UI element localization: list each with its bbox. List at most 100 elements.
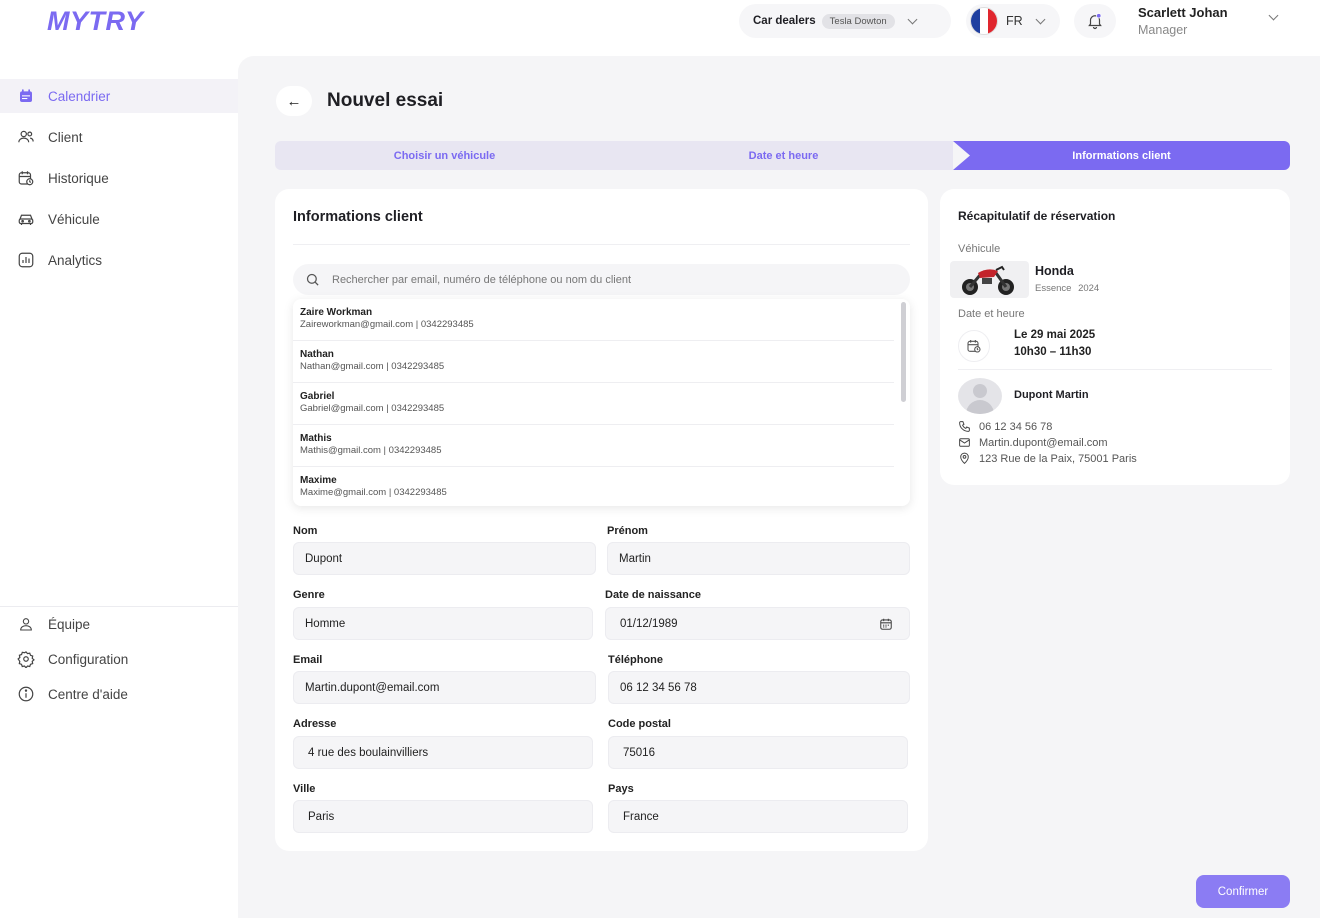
search-icon bbox=[306, 273, 319, 286]
email-field[interactable]: Martin.dupont@email.com bbox=[293, 671, 596, 704]
suggestion-name: Gabriel bbox=[300, 391, 335, 402]
suggestion-item[interactable]: Zaire Workman Zaireworkman@gmail.com | 0… bbox=[293, 299, 894, 341]
phone-value: 06 12 34 56 78 bbox=[979, 420, 1053, 433]
sidebar: Calendrier Client Historique Véhicule An… bbox=[0, 56, 238, 918]
reservation-date: Le 29 mai 2025 bbox=[1014, 329, 1096, 341]
step-date-heure[interactable]: Date et heure bbox=[614, 141, 953, 170]
suggestion-detail: Mathis@gmail.com | 0342293485 bbox=[300, 445, 442, 456]
stepper: Choisir un véhicule Date et heure Inform… bbox=[275, 141, 1290, 170]
search-input[interactable] bbox=[332, 273, 892, 286]
sidebar-item-equipe[interactable]: Équipe bbox=[0, 607, 238, 641]
mail-icon bbox=[959, 438, 970, 447]
suggestion-detail: Maxime@gmail.com | 0342293485 bbox=[300, 487, 447, 498]
vehicle-thumbnail bbox=[950, 261, 1029, 298]
arrow-left-icon: ← bbox=[286, 92, 302, 110]
user-menu-chevron-icon[interactable] bbox=[1268, 10, 1279, 21]
email-label: Email bbox=[293, 654, 323, 666]
user-icon bbox=[16, 614, 36, 634]
dealer-value-chip: Tesla Dowton bbox=[821, 13, 895, 29]
dealer-selector[interactable]: Car dealers Tesla Dowton bbox=[739, 4, 951, 38]
reservation-summary-card: Récapitulatif de réservation Véhicule Ho… bbox=[940, 189, 1290, 485]
adresse-field[interactable]: 4 rue des boulainvilliers bbox=[293, 736, 593, 769]
client-name: Dupont Martin bbox=[1014, 389, 1089, 401]
bell-icon bbox=[1088, 13, 1102, 30]
avatar bbox=[958, 378, 1002, 414]
top-bar: MYTRY Car dealers Tesla Dowton FR Scarle… bbox=[0, 0, 1320, 56]
date-naissance-value: 01/12/1989 bbox=[620, 617, 678, 630]
client-phone: 06 12 34 56 78 bbox=[958, 420, 1052, 433]
prenom-field[interactable]: Martin bbox=[607, 542, 910, 575]
calendar-icon[interactable] bbox=[879, 617, 893, 631]
suggestion-detail: Gabriel@gmail.com | 0342293485 bbox=[300, 403, 445, 414]
sidebar-item-label: Configuration bbox=[48, 651, 129, 667]
vehicle-name: Honda bbox=[1035, 264, 1074, 278]
genre-select[interactable]: Homme bbox=[293, 607, 593, 640]
date-naissance-field[interactable]: 01/12/1989 bbox=[605, 607, 910, 640]
nom-label: Nom bbox=[293, 525, 318, 537]
france-flag-icon bbox=[970, 7, 998, 35]
dropdown-scrollbar[interactable] bbox=[901, 302, 906, 402]
sidebar-item-label: Calendrier bbox=[48, 88, 111, 104]
nom-field[interactable]: Dupont bbox=[293, 542, 596, 575]
step-choisir-vehicule[interactable]: Choisir un véhicule bbox=[275, 141, 614, 170]
calendar-icon bbox=[16, 86, 36, 106]
page-title: Nouvel essai bbox=[327, 90, 444, 111]
sidebar-item-label: Centre d'aide bbox=[48, 686, 128, 702]
notifications-button[interactable] bbox=[1074, 4, 1116, 38]
motorcycle-image bbox=[962, 265, 1014, 295]
telephone-label: Téléphone bbox=[608, 654, 664, 666]
suggestion-name: Nathan bbox=[300, 349, 334, 360]
suggestion-name: Zaire Workman bbox=[300, 307, 373, 318]
client-search[interactable] bbox=[293, 264, 910, 295]
confirm-button[interactable]: Confirmer bbox=[1196, 875, 1290, 908]
calendar-clock-icon bbox=[958, 330, 990, 362]
sidebar-item-calendrier[interactable]: Calendrier bbox=[0, 79, 238, 113]
suggestion-name: Mathis bbox=[300, 433, 332, 444]
info-icon bbox=[16, 684, 36, 704]
dealer-label: Car dealers bbox=[753, 15, 816, 27]
client-info-card: Informations client Zaire Workman Zairew… bbox=[275, 189, 928, 851]
sidebar-item-label: Analytics bbox=[48, 252, 103, 268]
user-name[interactable]: Scarlett Johan bbox=[1138, 5, 1228, 20]
naissance-label: Date de naissance bbox=[605, 589, 701, 601]
main-content: ← Nouvel essai Choisir un véhicule Date … bbox=[238, 56, 1320, 918]
ville-field[interactable]: Paris bbox=[293, 800, 593, 833]
step-informations-client[interactable]: Informations client bbox=[953, 141, 1290, 170]
telephone-field[interactable]: 06 12 34 56 78 bbox=[608, 671, 910, 704]
sidebar-item-centre-aide[interactable]: Centre d'aide bbox=[0, 677, 238, 711]
email-value: Martin.dupont@email.com bbox=[979, 436, 1108, 449]
divider bbox=[293, 244, 910, 245]
suggestion-item[interactable]: Nathan Nathan@gmail.com | 0342293485 bbox=[293, 341, 894, 383]
address-value: 123 Rue de la Paix, 75001 Paris bbox=[979, 452, 1137, 465]
card-title: Informations client bbox=[293, 209, 423, 225]
recap-title: Récapitulatif de réservation bbox=[958, 209, 1116, 223]
ville-label: Ville bbox=[293, 783, 316, 795]
sidebar-item-label: Client bbox=[48, 129, 83, 145]
chevron-down-icon bbox=[1035, 14, 1046, 24]
sidebar-item-analytics[interactable]: Analytics bbox=[0, 243, 238, 277]
pays-field[interactable]: France bbox=[608, 800, 908, 833]
language-selector[interactable]: FR bbox=[966, 4, 1060, 38]
app-logo[interactable]: MYTRY bbox=[47, 6, 144, 37]
language-code: FR bbox=[1006, 14, 1023, 28]
sidebar-item-client[interactable]: Client bbox=[0, 120, 238, 154]
sidebar-item-configuration[interactable]: Configuration bbox=[0, 642, 238, 676]
code-postal-field[interactable]: 75016 bbox=[608, 736, 908, 769]
sidebar-item-historique[interactable]: Historique bbox=[0, 161, 238, 195]
reservation-time: 10h30 – 11h30 bbox=[1014, 346, 1092, 358]
back-button[interactable]: ← bbox=[276, 86, 312, 116]
suggestion-detail: Zaireworkman@gmail.com | 0342293485 bbox=[300, 319, 474, 330]
suggestion-item[interactable]: Mathis Mathis@gmail.com | 0342293485 bbox=[293, 425, 894, 467]
pays-label: Pays bbox=[608, 783, 634, 795]
adresse-label: Adresse bbox=[293, 718, 337, 730]
genre-label: Genre bbox=[293, 589, 325, 601]
suggestion-item[interactable]: Gabriel Gabriel@gmail.com | 0342293485 bbox=[293, 383, 894, 425]
sidebar-item-label: Historique bbox=[48, 170, 109, 186]
suggestion-name: Maxime bbox=[300, 475, 337, 486]
suggestion-detail: Nathan@gmail.com | 0342293485 bbox=[300, 361, 445, 372]
client-suggestions-dropdown: Zaire Workman Zaireworkman@gmail.com | 0… bbox=[293, 299, 910, 506]
sidebar-item-vehicule[interactable]: Véhicule bbox=[0, 202, 238, 236]
suggestion-item[interactable]: Maxime Maxime@gmail.com | 0342293485 bbox=[293, 467, 894, 506]
location-pin-icon bbox=[960, 452, 969, 465]
sidebar-item-label: Véhicule bbox=[48, 211, 100, 227]
